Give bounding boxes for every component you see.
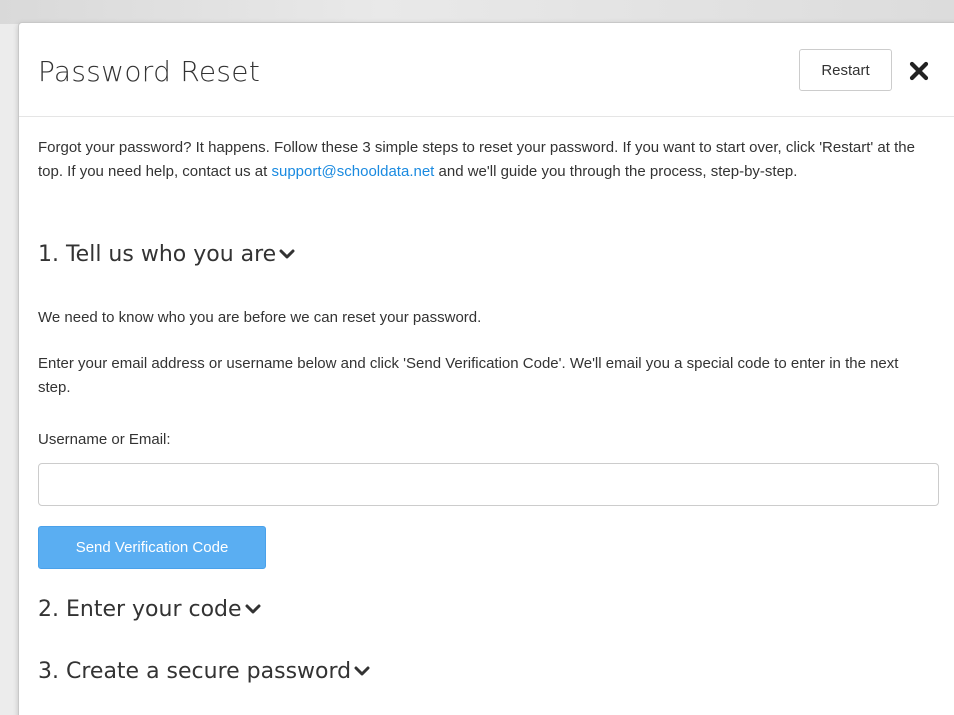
page-backdrop (0, 0, 954, 24)
close-icon (909, 61, 929, 81)
intro-text: Forgot your password? It happens. Follow… (38, 136, 938, 184)
step-2-heading-label: 2. Enter your code (38, 597, 242, 622)
step-1-heading-label: 1. Tell us who you are (38, 242, 277, 267)
step-1-heading[interactable]: 1. Tell us who you are (38, 240, 295, 270)
intro-text-after-link: and we'll guide you through the process,… (434, 163, 798, 180)
step-3-heading-label: 3. Create a secure password (38, 659, 352, 684)
step-3-heading[interactable]: 3. Create a secure password (38, 657, 370, 687)
chevron-down-icon (279, 239, 295, 269)
support-email-link[interactable]: support@schooldata.net (272, 163, 435, 180)
username-or-email-label: Username or Email: (38, 431, 171, 448)
chevron-down-icon (354, 656, 370, 686)
step-1-intro-text: We need to know who you are before we ca… (38, 309, 482, 326)
modal-title: Password Reset (38, 55, 261, 88)
chevron-down-icon (245, 594, 261, 624)
modal-header: Password Reset Restart (19, 23, 954, 117)
step-1-instructions-text: Enter your email address or username bel… (38, 355, 899, 396)
password-reset-modal: Password Reset Restart Forgot your passw… (18, 22, 954, 715)
close-button[interactable] (906, 55, 932, 85)
step-2-heading[interactable]: 2. Enter your code (38, 595, 261, 625)
send-verification-code-button[interactable]: Send Verification Code (38, 526, 266, 569)
username-or-email-input[interactable] (38, 463, 939, 506)
restart-button[interactable]: Restart (799, 49, 892, 91)
